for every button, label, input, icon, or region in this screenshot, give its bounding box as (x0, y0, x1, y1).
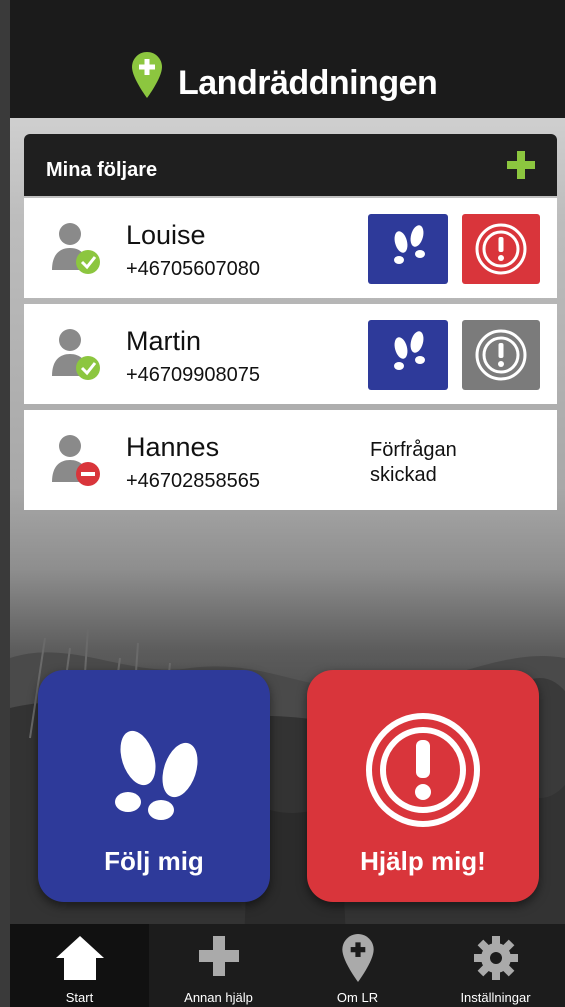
tab-installningar[interactable]: Inställningar (426, 924, 565, 1007)
help-me-label: Hjälp mig! (360, 846, 486, 876)
alert-icon (475, 329, 527, 381)
help-button[interactable] (462, 320, 540, 390)
follower-row[interactable]: Louise +46705607080 (24, 198, 557, 298)
followers-title: Mina följare (46, 159, 158, 181)
request-status: Förfrågan skickad (370, 438, 520, 488)
location-pin-icon (341, 934, 374, 982)
device-frame (0, 0, 10, 1007)
person-accepted-icon (52, 223, 100, 274)
bottom-tab-bar: Start Annan hjälp Om LR Inställningar (10, 924, 565, 1007)
tab-start[interactable]: Start (10, 924, 149, 1007)
gear-icon (473, 936, 518, 980)
plus-icon (198, 936, 239, 976)
tab-label: Annan hjälp (184, 990, 253, 1005)
follower-phone: +46702858565 (126, 470, 261, 492)
app-screen: Landräddningen Mina följare Louise +4670… (10, 0, 565, 1007)
follow-button[interactable] (368, 214, 448, 284)
follower-row[interactable]: Martin +46709908075 (24, 304, 557, 404)
follow-me-button[interactable]: Följ mig (38, 670, 270, 902)
tab-label: Om LR (336, 990, 379, 1005)
follower-name: Louise (126, 220, 206, 250)
tab-label: Start (65, 990, 94, 1005)
footprints-icon (394, 225, 425, 264)
footprints-icon (115, 730, 198, 820)
alert-icon (366, 713, 480, 827)
follow-me-label: Följ mig (104, 846, 204, 876)
follower-phone: +46709908075 (126, 364, 261, 386)
person-pending-icon (52, 435, 100, 486)
tab-label: Inställningar (460, 990, 531, 1005)
tab-annan-hjalp[interactable]: Annan hjälp (149, 924, 288, 1007)
follow-button[interactable] (368, 320, 448, 390)
home-icon (55, 936, 104, 980)
person-accepted-icon (52, 329, 100, 380)
app-title: Landräddningen (178, 64, 438, 102)
help-button[interactable] (462, 214, 540, 284)
alert-icon (475, 223, 527, 275)
followers-panel: Mina följare Louise +46705607080 Martin … (24, 134, 557, 516)
footprints-icon (394, 331, 425, 370)
landraddningen-logo-icon (132, 52, 162, 98)
help-me-button[interactable]: Hjälp mig! (307, 670, 539, 902)
app-header: Landräddningen (10, 0, 565, 118)
follower-row[interactable]: Hannes +46702858565 Förfrågan skickad (24, 410, 557, 510)
tab-om-lr[interactable]: Om LR (288, 924, 427, 1007)
request-status-line-1: Förfrågan (370, 439, 457, 461)
request-status-line-2: skickad (370, 464, 437, 486)
follower-phone: +46705607080 (126, 258, 261, 280)
follower-name: Hannes (126, 432, 220, 462)
follower-name: Martin (126, 326, 202, 356)
add-follower-button[interactable] (507, 151, 535, 179)
followers-header: Mina följare (24, 134, 557, 196)
